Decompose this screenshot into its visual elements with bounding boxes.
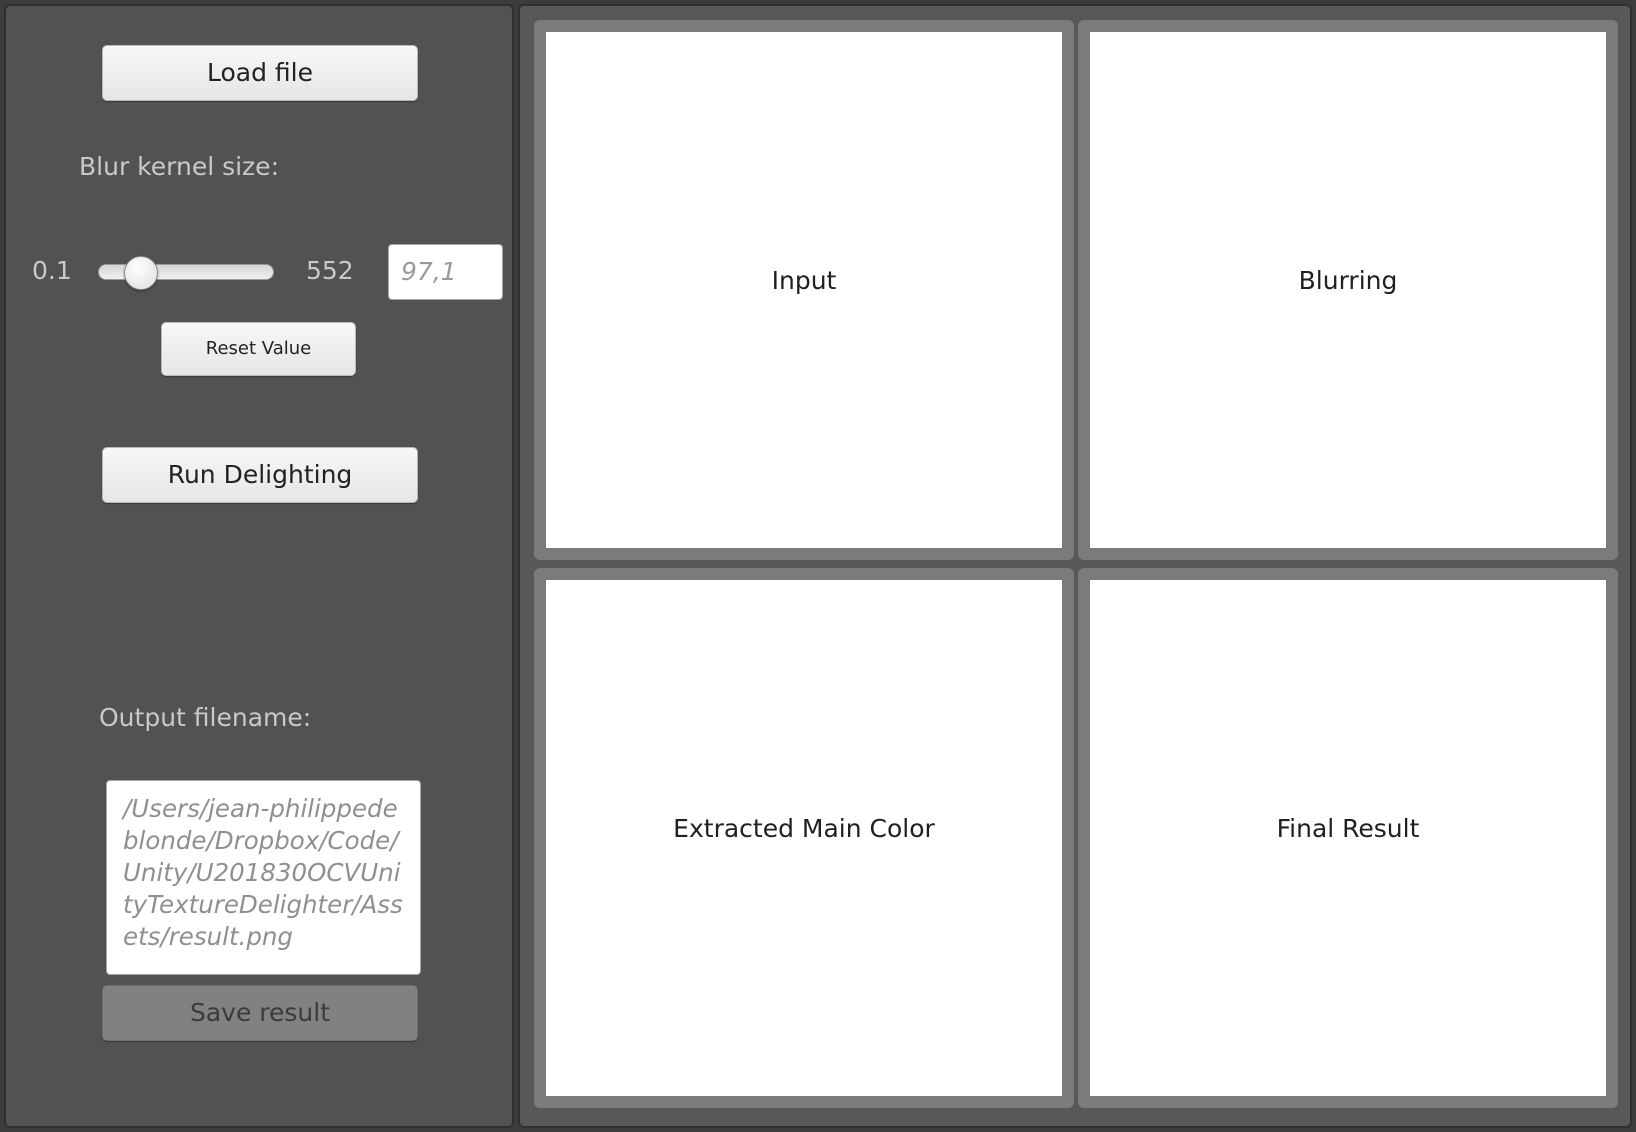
final-result-view: Final Result — [1078, 568, 1618, 1108]
reset-value-button[interactable]: Reset Value — [161, 322, 356, 376]
final-result-caption: Final Result — [1276, 814, 1420, 843]
input-caption: Input — [771, 266, 837, 295]
input-view: Input — [534, 20, 1074, 560]
main-color-view: Extracted Main Color — [534, 568, 1074, 1108]
run-delighting-button[interactable]: Run Delighting — [102, 447, 418, 503]
blurring-caption: Blurring — [1298, 266, 1398, 295]
output-filename-field[interactable]: /Users/jean-philippedeblonde/Dropbox/Cod… — [106, 780, 421, 975]
output-filename-label: Output filename: — [99, 703, 312, 732]
preview-area: Input Blurring Extracted Main Color Fina… — [518, 4, 1632, 1128]
blur-value-input[interactable]: 97,1 — [388, 244, 503, 300]
blur-kernel-label: Blur kernel size: — [79, 152, 279, 181]
main-color-caption: Extracted Main Color — [673, 814, 935, 843]
blur-slider-handle[interactable] — [123, 256, 158, 290]
save-result-button[interactable]: Save result — [102, 985, 418, 1041]
slider-max-label: 552 — [306, 256, 354, 285]
slider-min-label: 0.1 — [32, 256, 72, 285]
blurring-view: Blurring — [1078, 20, 1618, 560]
control-panel: Load file Blur kernel size: 0.1 552 97,1… — [4, 4, 514, 1128]
load-file-button[interactable]: Load file — [102, 45, 418, 101]
